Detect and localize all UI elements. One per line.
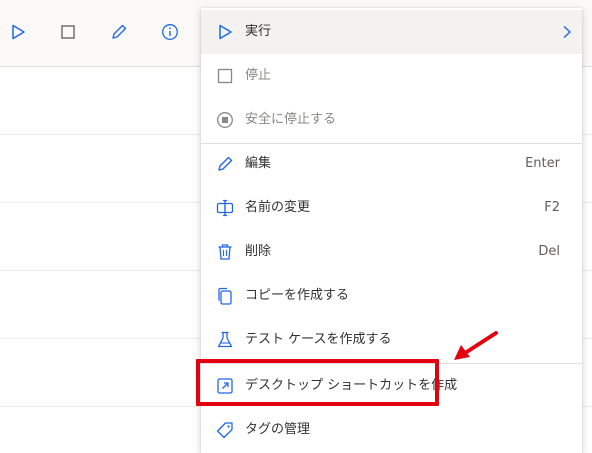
annotation-highlight-box	[196, 359, 439, 406]
menu-item-label: 実行	[245, 24, 272, 39]
menu-item-shortcut: F2	[544, 200, 560, 215]
copy-icon	[214, 285, 236, 307]
menu-item-label: テスト ケースを作成する	[245, 332, 392, 347]
pencil-icon	[214, 153, 236, 175]
stop-icon	[214, 65, 236, 87]
chevron-right-icon	[562, 24, 572, 43]
menu-item-label: タグの管理	[245, 422, 311, 437]
menu-item-label: 名前の変更	[245, 200, 311, 215]
stop-button[interactable]	[57, 21, 79, 43]
menu-item-shortcut: Enter	[525, 156, 560, 171]
edit-button[interactable]	[108, 21, 130, 43]
stop-circle-icon	[214, 109, 236, 131]
menu-item-copy[interactable]: コピーを作成する	[201, 274, 582, 318]
stop-icon	[61, 25, 75, 39]
menu-item-shortcut: Del	[538, 244, 560, 259]
tag-icon	[214, 419, 236, 441]
menu-item-test-case[interactable]: テスト ケースを作成する	[201, 318, 582, 362]
info-button[interactable]	[159, 21, 181, 43]
menu-item-label: 安全に停止する	[245, 112, 337, 127]
menu-item-label: 停止	[245, 68, 272, 83]
run-button[interactable]	[7, 21, 29, 43]
menu-item-label: コピーを作成する	[245, 288, 350, 303]
menu-item-stop[interactable]: 停止	[201, 54, 582, 98]
info-icon	[162, 24, 178, 40]
flask-icon	[214, 329, 236, 351]
menu-item-label: 削除	[245, 244, 272, 259]
menu-item-delete[interactable]: 削除 Del	[201, 230, 582, 274]
menu-item-edit[interactable]: 編集 Enter	[201, 142, 582, 186]
menu-item-safe-stop[interactable]: 安全に停止する	[201, 98, 582, 142]
play-icon	[12, 24, 25, 40]
menu-item-run[interactable]: 実行	[201, 10, 582, 54]
menu-item-label: 編集	[245, 156, 272, 171]
rename-icon	[214, 197, 236, 219]
annotation-arrow-icon	[454, 331, 498, 360]
menu-item-rename[interactable]: 名前の変更 F2	[201, 186, 582, 230]
trash-icon	[214, 241, 236, 263]
edit-icon	[112, 24, 127, 39]
menu-item-manage-tags[interactable]: タグの管理	[201, 408, 582, 452]
play-icon	[214, 21, 236, 43]
